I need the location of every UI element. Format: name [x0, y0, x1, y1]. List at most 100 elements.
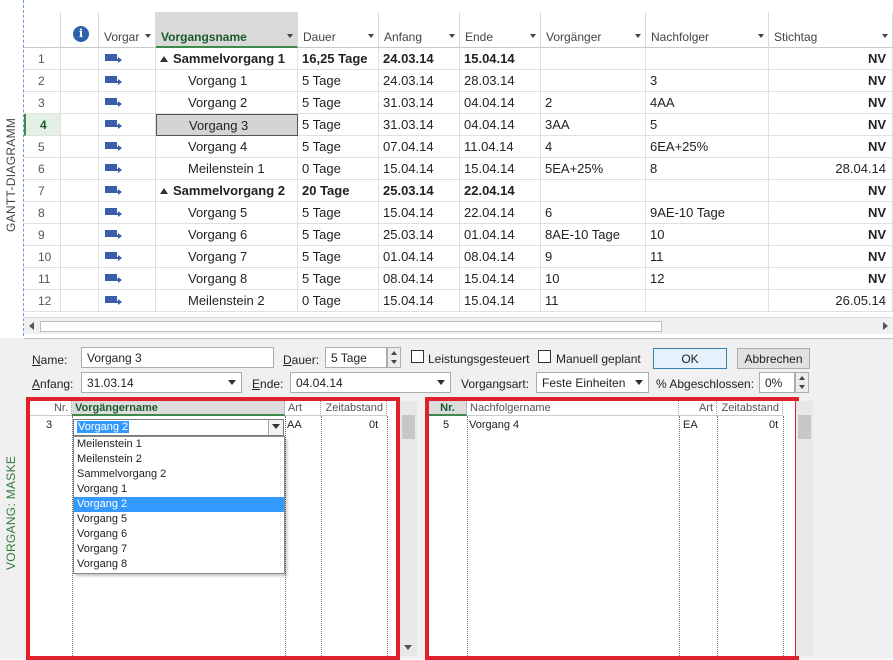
predecessor-dropdown-list[interactable]: Meilenstein 1 Meilenstein 2 Sammelvorgang … [73, 436, 285, 574]
finish-cell[interactable]: 08.04.14 [460, 246, 541, 268]
chevron-down-icon[interactable] [449, 34, 455, 38]
predecessors-cell[interactable] [541, 180, 646, 202]
successors-cell[interactable]: 6EA+25% [646, 136, 769, 158]
task-mode-cell[interactable] [99, 136, 156, 158]
cancel-button[interactable]: Abbrechen [737, 348, 810, 369]
finish-cell[interactable]: 01.04.14 [460, 224, 541, 246]
predecessors-cell[interactable]: 6 [541, 202, 646, 224]
start-cell[interactable]: 24.03.14 [379, 48, 460, 70]
duration-cell[interactable]: 20 Tage [298, 180, 379, 202]
finish-cell[interactable]: 28.03.14 [460, 70, 541, 92]
pred-row-type[interactable]: AA [287, 419, 302, 431]
row-number[interactable]: 3 [24, 92, 61, 114]
task-mode-cell[interactable] [99, 70, 156, 92]
pred-row-lag[interactable]: 0t [369, 419, 378, 431]
table-row[interactable]: 10 Vorgang 7 5 Tage 01.04.14 08.04.14 9 11 NV [24, 246, 893, 268]
name-field[interactable]: Vorgang 3 [81, 347, 274, 368]
predecessors-cell[interactable]: 11 [541, 290, 646, 312]
deadline-cell[interactable]: NV [769, 92, 893, 114]
deadline-cell[interactable]: NV [769, 48, 893, 70]
task-mode-cell[interactable] [99, 290, 156, 312]
predecessors-cell[interactable]: 10 [541, 268, 646, 290]
successors-cell[interactable] [646, 290, 769, 312]
row-number[interactable]: 9 [24, 224, 61, 246]
predecessors-cell[interactable]: 9 [541, 246, 646, 268]
start-cell[interactable]: 24.03.14 [379, 70, 460, 92]
duration-cell[interactable]: 5 Tage [298, 114, 379, 136]
table-row[interactable]: 3 Vorgang 2 5 Tage 31.03.14 04.04.14 2 4AA NV [24, 92, 893, 114]
chevron-down-icon[interactable] [268, 420, 283, 435]
duration-field[interactable]: 5 Tage [325, 347, 387, 368]
successors-cell[interactable] [646, 180, 769, 202]
finish-cell[interactable]: 04.04.14 [460, 92, 541, 114]
task-mode-cell[interactable] [99, 224, 156, 246]
predecessors-cell[interactable] [541, 48, 646, 70]
dropdown-option[interactable]: Vorgang 2 [74, 497, 284, 512]
table-row[interactable]: 7 Sammelvorgang 2 20 Tage 25.03.14 22.04.14 N… [24, 180, 893, 202]
chevron-down-icon[interactable] [530, 34, 536, 38]
dropdown-option[interactable]: Sammelvorgang 2 [74, 467, 284, 482]
row-number[interactable]: 12 [24, 290, 61, 312]
duration-cell[interactable]: 0 Tage [298, 158, 379, 180]
duration-cell[interactable]: 5 Tage [298, 136, 379, 158]
effort-driven-checkbox[interactable] [411, 350, 424, 363]
deadline-cell[interactable]: NV [769, 268, 893, 290]
dropdown-option[interactable]: Vorgang 5 [74, 512, 284, 527]
deadline-cell[interactable]: NV [769, 180, 893, 202]
start-cell[interactable]: 15.04.14 [379, 290, 460, 312]
scroll-thumb[interactable] [798, 415, 811, 439]
column-header-deadline[interactable]: Stichtag [769, 12, 893, 48]
task-mode-cell[interactable] [99, 92, 156, 114]
task-name-cell[interactable]: Vorgang 2 [156, 92, 298, 114]
task-mode-cell[interactable] [99, 48, 156, 70]
column-header-mode[interactable]: Vorgar [99, 12, 156, 48]
finish-cell[interactable]: 15.04.14 [460, 158, 541, 180]
chevron-down-icon[interactable] [368, 34, 374, 38]
deadline-cell[interactable]: NV [769, 246, 893, 268]
start-cell[interactable]: 08.04.14 [379, 268, 460, 290]
task-mode-cell[interactable] [99, 268, 156, 290]
manual-scheduled-checkbox[interactable] [538, 350, 551, 363]
column-header-finish[interactable]: Ende [460, 12, 541, 48]
deadline-cell[interactable]: NV [769, 224, 893, 246]
task-name-cell[interactable]: Sammelvorgang 1 [156, 48, 298, 70]
duration-cell[interactable]: 5 Tage [298, 224, 379, 246]
task-name-cell[interactable]: Vorgang 8 [156, 268, 298, 290]
table-row[interactable]: 1 Sammelvorgang 1 16,25 Tage 24.03.14 15.04.… [24, 48, 893, 70]
row-number[interactable]: 4 [24, 114, 61, 136]
task-name-cell[interactable]: Meilenstein 2 [156, 290, 298, 312]
successors-cell[interactable]: 4AA [646, 92, 769, 114]
task-name-cell[interactable]: Vorgang 6 [156, 224, 298, 246]
deadline-cell[interactable]: 28.04.14 [769, 158, 893, 180]
column-header-name[interactable]: Vorgangsname [156, 12, 298, 48]
finish-cell[interactable]: 15.04.14 [460, 290, 541, 312]
successors-cell[interactable]: 10 [646, 224, 769, 246]
dropdown-option[interactable]: Vorgang 6 [74, 527, 284, 542]
task-mode-cell[interactable] [99, 202, 156, 224]
successors-cell[interactable]: 5 [646, 114, 769, 136]
table-row[interactable]: 12 Meilenstein 20 Tage 15.04.14 15.04.14 11 2… [24, 290, 893, 312]
collapse-icon[interactable] [160, 56, 168, 62]
table-row[interactable]: 2 Vorgang 1 5 Tage 24.03.14 28.03.14 3 NV [24, 70, 893, 92]
deadline-cell[interactable]: 26.05.14 [769, 290, 893, 312]
chevron-down-icon[interactable] [882, 34, 888, 38]
start-cell[interactable]: 15.04.14 [379, 202, 460, 224]
table-row[interactable]: 11 Vorgang 8 5 Tage 08.04.14 15.04.14 10 12 NV [24, 268, 893, 290]
row-number[interactable]: 7 [24, 180, 61, 202]
scroll-down-icon[interactable] [404, 645, 412, 650]
collapse-icon[interactable] [160, 188, 168, 194]
task-name-cell[interactable]: Vorgang 7 [156, 246, 298, 268]
percent-complete-spinner[interactable] [795, 372, 809, 393]
finish-cell[interactable]: 22.04.14 [460, 180, 541, 202]
successors-cell[interactable]: 11 [646, 246, 769, 268]
finish-date-field[interactable]: 04.04.14 [290, 372, 451, 393]
start-cell[interactable]: 01.04.14 [379, 246, 460, 268]
table-row[interactable]: 8 Vorgang 5 5 Tage 15.04.14 22.04.14 6 9AE-10 … [24, 202, 893, 224]
row-number[interactable]: 6 [24, 158, 61, 180]
duration-cell[interactable]: 5 Tage [298, 202, 379, 224]
dropdown-option[interactable]: Meilenstein 1 [74, 437, 284, 452]
predecessors-cell[interactable]: 5EA+25% [541, 158, 646, 180]
dropdown-option[interactable]: Vorgang 1 [74, 482, 284, 497]
successors-cell[interactable]: 8 [646, 158, 769, 180]
scroll-thumb[interactable] [40, 321, 662, 332]
